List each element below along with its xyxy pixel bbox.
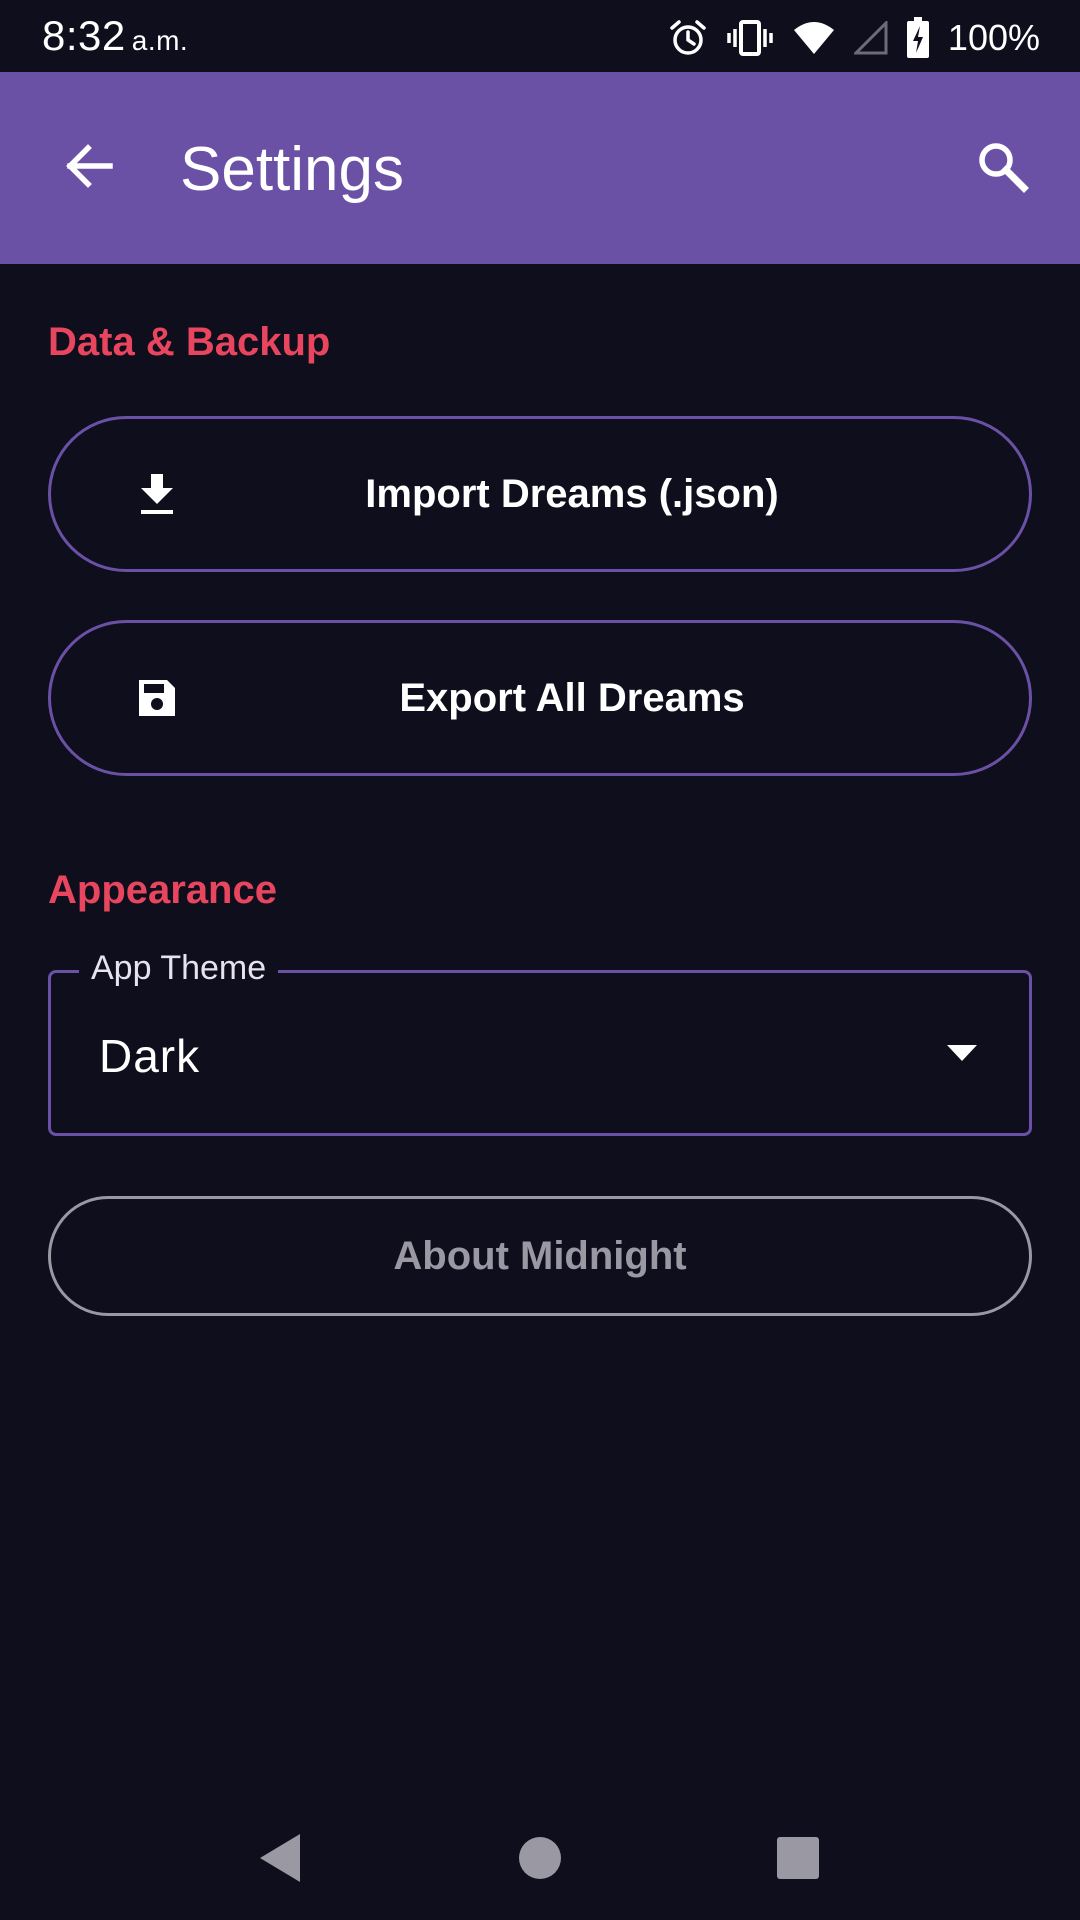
- status-time: 8:32 a.m.: [42, 12, 188, 60]
- about-midnight-button[interactable]: About Midnight: [48, 1196, 1032, 1316]
- nav-home-icon: [517, 1835, 563, 1886]
- status-icons: 100%: [668, 10, 1040, 66]
- status-bar: 8:32 a.m. 100%: [0, 0, 1080, 72]
- about-midnight-label: About Midnight: [393, 1233, 687, 1278]
- export-dreams-button[interactable]: Export All Dreams: [48, 620, 1032, 776]
- section-header-data-backup: Data & Backup: [48, 320, 331, 364]
- dropdown-arrow-icon: [947, 1045, 977, 1061]
- app-theme-label: App Theme: [79, 949, 279, 988]
- system-nav-bar: [0, 1800, 1080, 1920]
- alarm-icon: [668, 18, 708, 58]
- nav-recents-icon: [775, 1835, 821, 1886]
- arrow-back-icon: [62, 140, 114, 197]
- nav-back-icon: [256, 1832, 304, 1889]
- import-dreams-label: Import Dreams (.json): [365, 471, 779, 516]
- app-theme-dropdown[interactable]: App Theme Dark: [48, 949, 1032, 1136]
- app-bar: Settings: [0, 72, 1080, 264]
- app-theme-value: Dark: [99, 1030, 201, 1082]
- signal-icon: [853, 21, 888, 55]
- download-icon: [129, 466, 185, 522]
- status-time-suffix: a.m.: [131, 25, 189, 56]
- save-icon: [129, 670, 185, 726]
- back-button[interactable]: [40, 120, 136, 216]
- nav-back-button[interactable]: [240, 1820, 320, 1900]
- battery-percent: 100%: [947, 17, 1040, 58]
- vibrate-icon: [726, 18, 774, 58]
- section-header-appearance: Appearance: [48, 868, 277, 912]
- nav-recents-button[interactable]: [758, 1820, 838, 1900]
- import-dreams-button[interactable]: Import Dreams (.json): [48, 416, 1032, 572]
- wifi-icon: [792, 20, 836, 56]
- battery-charging-icon: [906, 17, 930, 59]
- page-title: Settings: [180, 135, 405, 204]
- status-time-value: 8:32: [42, 12, 126, 59]
- search-button[interactable]: [954, 120, 1050, 216]
- nav-home-button[interactable]: [500, 1820, 580, 1900]
- export-dreams-label: Export All Dreams: [399, 675, 745, 720]
- search-icon: [974, 138, 1030, 199]
